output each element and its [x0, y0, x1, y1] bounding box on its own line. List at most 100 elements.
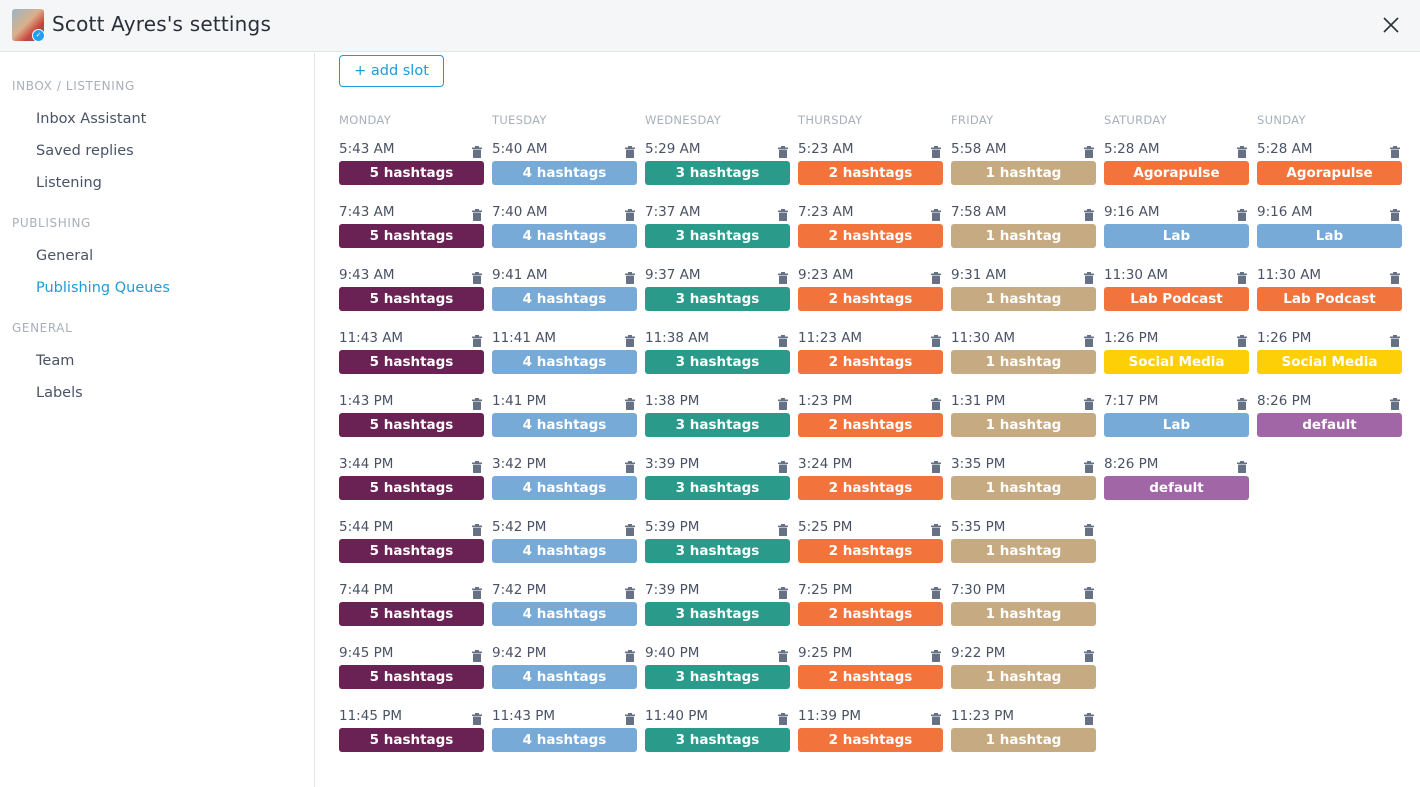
slot-time[interactable]: 3:39 PM	[645, 456, 699, 472]
queue-label[interactable]: 1 hashtag	[951, 161, 1096, 185]
trash-icon[interactable]	[1390, 332, 1400, 347]
trash-icon[interactable]	[931, 710, 941, 725]
slot-time[interactable]: 11:40 PM	[645, 708, 708, 724]
add-slot-button[interactable]: + add slot	[339, 55, 444, 87]
queue-label[interactable]: 3 hashtags	[645, 539, 790, 563]
slot-time[interactable]: 7:40 AM	[492, 204, 548, 220]
trash-icon[interactable]	[472, 710, 482, 725]
slot-time[interactable]: 7:23 AM	[798, 204, 854, 220]
trash-icon[interactable]	[625, 521, 635, 536]
sidebar-item-saved-replies[interactable]: Saved replies	[36, 143, 134, 159]
trash-icon[interactable]	[778, 647, 788, 662]
trash-icon[interactable]	[625, 143, 635, 158]
trash-icon[interactable]	[778, 584, 788, 599]
trash-icon[interactable]	[1237, 332, 1247, 347]
trash-icon[interactable]	[472, 332, 482, 347]
trash-icon[interactable]	[1084, 647, 1094, 662]
queue-label[interactable]: 1 hashtag	[951, 476, 1096, 500]
trash-icon[interactable]	[931, 647, 941, 662]
queue-label[interactable]: 4 hashtags	[492, 602, 637, 626]
slot-time[interactable]: 3:35 PM	[951, 456, 1005, 472]
trash-icon[interactable]	[931, 269, 941, 284]
queue-label[interactable]: 4 hashtags	[492, 413, 637, 437]
queue-label[interactable]: 4 hashtags	[492, 728, 637, 752]
queue-label[interactable]: 3 hashtags	[645, 287, 790, 311]
queue-label[interactable]: Lab Podcast	[1257, 287, 1402, 311]
slot-time[interactable]: 9:16 AM	[1257, 204, 1313, 220]
sidebar-item-inbox-assistant[interactable]: Inbox Assistant	[36, 111, 146, 127]
close-button[interactable]	[1380, 14, 1402, 36]
trash-icon[interactable]	[625, 458, 635, 473]
slot-time[interactable]: 1:43 PM	[339, 393, 393, 409]
queue-label[interactable]: Agorapulse	[1257, 161, 1402, 185]
slot-time[interactable]: 11:30 AM	[1257, 267, 1321, 283]
queue-label[interactable]: Lab Podcast	[1104, 287, 1249, 311]
queue-label[interactable]: 2 hashtags	[798, 728, 943, 752]
queue-label[interactable]: 3 hashtags	[645, 665, 790, 689]
sidebar-item-team[interactable]: Team	[36, 353, 74, 369]
slot-time[interactable]: 5:42 PM	[492, 519, 546, 535]
slot-time[interactable]: 11:39 PM	[798, 708, 861, 724]
trash-icon[interactable]	[1084, 206, 1094, 221]
queue-label[interactable]: 3 hashtags	[645, 161, 790, 185]
queue-label[interactable]: 5 hashtags	[339, 287, 484, 311]
trash-icon[interactable]	[931, 332, 941, 347]
trash-icon[interactable]	[1084, 332, 1094, 347]
queue-label[interactable]: Lab	[1104, 413, 1249, 437]
queue-label[interactable]: 4 hashtags	[492, 161, 637, 185]
queue-label[interactable]: 4 hashtags	[492, 287, 637, 311]
queue-label[interactable]: 4 hashtags	[492, 224, 637, 248]
trash-icon[interactable]	[1084, 143, 1094, 158]
trash-icon[interactable]	[1084, 269, 1094, 284]
queue-label[interactable]: Social Media	[1257, 350, 1402, 374]
queue-label[interactable]: 5 hashtags	[339, 476, 484, 500]
slot-time[interactable]: 1:26 PM	[1104, 330, 1158, 346]
slot-time[interactable]: 9:43 AM	[339, 267, 395, 283]
slot-time[interactable]: 7:44 PM	[339, 582, 393, 598]
queue-label[interactable]: 3 hashtags	[645, 224, 790, 248]
queue-label[interactable]: 2 hashtags	[798, 665, 943, 689]
trash-icon[interactable]	[778, 395, 788, 410]
trash-icon[interactable]	[931, 584, 941, 599]
slot-time[interactable]: 7:39 PM	[645, 582, 699, 598]
trash-icon[interactable]	[1084, 710, 1094, 725]
trash-icon[interactable]	[1237, 458, 1247, 473]
queue-label[interactable]: 1 hashtag	[951, 665, 1096, 689]
trash-icon[interactable]	[472, 269, 482, 284]
slot-time[interactable]: 7:58 AM	[951, 204, 1007, 220]
slot-time[interactable]: 1:38 PM	[645, 393, 699, 409]
slot-time[interactable]: 5:39 PM	[645, 519, 699, 535]
sidebar-item-publishing-queues[interactable]: Publishing Queues	[36, 280, 170, 296]
slot-time[interactable]: 3:24 PM	[798, 456, 852, 472]
trash-icon[interactable]	[1237, 206, 1247, 221]
slot-time[interactable]: 5:28 AM	[1104, 141, 1160, 157]
queue-label[interactable]: 2 hashtags	[798, 350, 943, 374]
slot-time[interactable]: 5:35 PM	[951, 519, 1005, 535]
queue-label[interactable]: 4 hashtags	[492, 350, 637, 374]
slot-time[interactable]: 9:45 PM	[339, 645, 393, 661]
trash-icon[interactable]	[778, 206, 788, 221]
slot-time[interactable]: 9:25 PM	[798, 645, 852, 661]
queue-label[interactable]: 1 hashtag	[951, 350, 1096, 374]
slot-time[interactable]: 1:23 PM	[798, 393, 852, 409]
slot-time[interactable]: 9:31 AM	[951, 267, 1007, 283]
trash-icon[interactable]	[625, 710, 635, 725]
slot-time[interactable]: 7:17 PM	[1104, 393, 1158, 409]
queue-label[interactable]: 4 hashtags	[492, 665, 637, 689]
trash-icon[interactable]	[778, 710, 788, 725]
slot-time[interactable]: 3:42 PM	[492, 456, 546, 472]
trash-icon[interactable]	[472, 143, 482, 158]
queue-label[interactable]: 1 hashtag	[951, 224, 1096, 248]
slot-time[interactable]: 11:43 PM	[492, 708, 555, 724]
queue-label[interactable]: 5 hashtags	[339, 350, 484, 374]
slot-time[interactable]: 9:23 AM	[798, 267, 854, 283]
queue-label[interactable]: 4 hashtags	[492, 476, 637, 500]
slot-time[interactable]: 11:45 PM	[339, 708, 402, 724]
slot-time[interactable]: 8:26 PM	[1104, 456, 1158, 472]
trash-icon[interactable]	[472, 584, 482, 599]
slot-time[interactable]: 7:37 AM	[645, 204, 701, 220]
slot-time[interactable]: 7:42 PM	[492, 582, 546, 598]
queue-label[interactable]: 5 hashtags	[339, 539, 484, 563]
queue-label[interactable]: Lab	[1104, 224, 1249, 248]
trash-icon[interactable]	[1390, 269, 1400, 284]
